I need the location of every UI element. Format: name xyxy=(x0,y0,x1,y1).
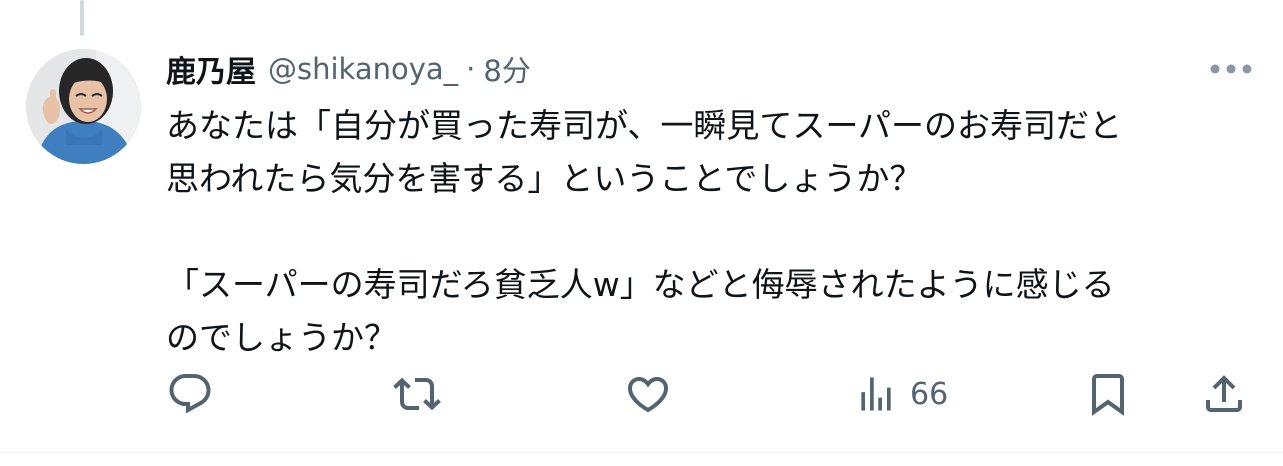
user-handle[interactable]: @shikanoya_ xyxy=(268,52,458,86)
views-icon xyxy=(861,377,891,411)
reply-icon xyxy=(169,374,211,414)
timestamp[interactable]: 8分 xyxy=(483,48,530,90)
retweet-icon xyxy=(393,377,441,411)
action-bar: 66 xyxy=(0,366,1283,422)
thread-line xyxy=(80,0,84,36)
bookmark-icon xyxy=(1092,374,1124,416)
retweet-button[interactable] xyxy=(393,366,441,422)
more-horizontal-icon xyxy=(1210,64,1252,74)
divider xyxy=(0,452,1283,453)
avatar-photo xyxy=(26,49,141,164)
views-count: 66 xyxy=(910,376,949,412)
more-button[interactable] xyxy=(1206,57,1256,81)
bookmark-button[interactable] xyxy=(1084,366,1132,422)
share-icon xyxy=(1206,375,1242,412)
separator-dot: · xyxy=(466,52,476,86)
like-button[interactable] xyxy=(624,366,672,422)
views-button[interactable]: 66 xyxy=(854,366,948,422)
tweet-header: 鹿乃屋 @shikanoya_ · 8分 xyxy=(166,47,531,91)
tweet-text: あなたは「自分が買った寿司が、一瞬見てスーパーのお寿司だと 思われたら気分を害す… xyxy=(166,106,1123,357)
like-icon xyxy=(627,377,669,413)
reply-button[interactable] xyxy=(166,366,214,422)
avatar[interactable] xyxy=(26,49,141,164)
share-button[interactable] xyxy=(1200,366,1248,422)
display-name[interactable]: 鹿乃屋 xyxy=(166,47,256,91)
